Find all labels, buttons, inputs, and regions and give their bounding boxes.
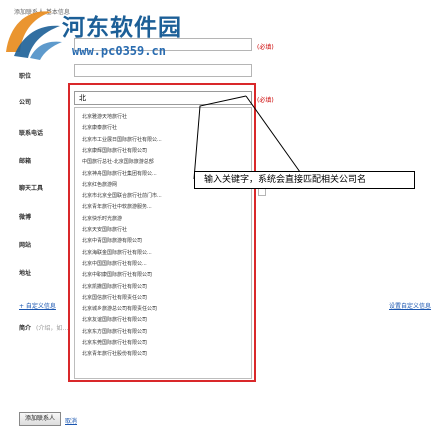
suggestion-item[interactable]: 北京友谊国际旅行社有限公司 xyxy=(82,317,147,323)
suggestion-item[interactable]: 北京东莞国际旅行社有限公司 xyxy=(82,340,147,346)
suggestion-item[interactable]: 北京康泰旅行社 xyxy=(82,125,117,131)
intro-placeholder: (介绍，如… xyxy=(36,325,69,332)
label-mail: 邮箱 xyxy=(19,158,32,165)
suggestion-item[interactable]: 北京青年旅行社中软旅游服务... xyxy=(82,204,152,210)
label-intro: 简介 xyxy=(19,325,32,332)
suggestion-item[interactable]: 北京天安国际旅行社 xyxy=(82,227,127,233)
label-website: 网站 xyxy=(19,242,32,249)
suggestion-item[interactable]: 北京东方国际旅行社有限公司 xyxy=(82,329,147,335)
add-contact-button[interactable]: 添加联系人 xyxy=(19,412,61,426)
required-mark-name: (必填) xyxy=(257,44,274,51)
suggestion-item[interactable]: 北京康辉国际旅行社有限公司 xyxy=(82,148,147,154)
custom-info-settings-link[interactable]: 设置自定义信息 xyxy=(389,301,431,310)
company-input[interactable] xyxy=(74,91,252,105)
suggestion-item[interactable]: 北京红色旅游网 xyxy=(82,182,117,188)
suggestion-item[interactable]: 北京青年旅行社股份有限公司 xyxy=(82,351,147,357)
suggestion-item[interactable]: 北京神舟国际旅行社集团有限公... xyxy=(82,171,157,177)
suggestion-item[interactable]: 北京快乐时光旅游 xyxy=(82,216,122,222)
suggestion-item[interactable]: 北京凯撒国际旅行社有限公司 xyxy=(82,284,147,290)
label-weibo: 微博 xyxy=(19,214,32,221)
label-position: 职位 xyxy=(19,73,32,80)
suggestion-item[interactable]: 北京城乡旅游总公司有限责任公司 xyxy=(82,306,157,312)
callout-box: 输入关键字，系统会直接匹配相关公司名 xyxy=(194,171,415,189)
add-custom-info-link[interactable]: + 自定义信息 xyxy=(19,301,56,310)
required-mark-company: (必填) xyxy=(257,97,274,104)
label-phone: 联系电话 xyxy=(19,130,44,137)
suggestion-item[interactable]: 北京市工业展日国际旅行社有限公... xyxy=(82,137,162,143)
suggestion-item[interactable]: 北京市北京全国联合旅行社前门市... xyxy=(82,193,162,199)
suggestion-item[interactable]: 北京中青国际旅游有限公司 xyxy=(82,238,142,244)
river-swirl-logo-icon xyxy=(6,11,62,60)
suggestion-item[interactable]: 北京雅游天地旅行社 xyxy=(82,114,127,120)
position-field[interactable] xyxy=(74,64,252,77)
suggestion-item[interactable]: 北京中职康国际旅行社有限公司 xyxy=(82,272,152,278)
label-im: 聊天工具 xyxy=(19,185,44,192)
suggestion-item[interactable]: 北京国信旅行社有限责任公司 xyxy=(82,295,147,301)
suggestion-item[interactable]: 北京中国国际旅行社有限公... xyxy=(82,261,147,267)
suggestion-item[interactable]: 北京海联金国际旅行社有限公... xyxy=(82,250,152,256)
watermark-url: www.pc0359.cn xyxy=(72,44,166,58)
label-address: 地址 xyxy=(19,270,32,277)
label-company: 公司 xyxy=(19,99,32,106)
suggestion-item[interactable]: 中国旅行总社-北京国际旅游总部 xyxy=(82,159,154,165)
cancel-link[interactable]: 取消 xyxy=(65,416,77,425)
watermark-title: 河东软件园 xyxy=(62,14,182,41)
